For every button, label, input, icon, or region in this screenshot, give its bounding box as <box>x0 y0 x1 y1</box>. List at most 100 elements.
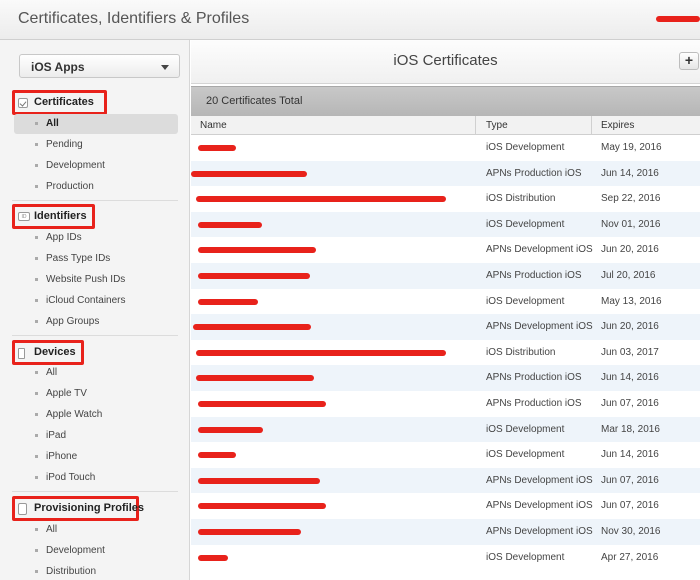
sidebar-item-apple-tv[interactable]: Apple TV <box>14 384 178 404</box>
certificate-expires: Nov 30, 2016 <box>601 525 661 537</box>
table-row[interactable]: iOS Distribution Jun 03, 2017 <box>191 340 700 366</box>
bullet-icon <box>35 236 38 239</box>
table-row[interactable]: APNs Production iOS Jun 14, 2016 <box>191 160 700 187</box>
redacted-certificate-name <box>198 221 262 228</box>
sidebar-item-ipad[interactable]: iPad <box>14 426 178 446</box>
certificate-type: iOS Distribution <box>486 193 556 205</box>
bullet-icon <box>35 320 38 323</box>
sidebar-item-label: Pending <box>46 139 83 150</box>
redacted-certificate-name <box>198 247 316 254</box>
sidebar-item-icloud-containers[interactable]: iCloud Containers <box>14 291 178 311</box>
sidebar-item-app-groups[interactable]: App Groups <box>14 312 178 332</box>
sidebar-item-label: App IDs <box>46 232 82 243</box>
sidebar-section-identifiers[interactable]: ID Identifiers <box>12 204 95 229</box>
total-count: 20 Certificates Total <box>206 95 303 107</box>
sidebar-item-profiles-all[interactable]: All <box>14 520 178 540</box>
column-header-type[interactable]: Type <box>486 120 508 131</box>
column-divider <box>475 116 476 135</box>
certificate-type: APNs Production iOS <box>486 269 582 281</box>
table-row[interactable]: iOS Development May 19, 2016 <box>191 135 700 161</box>
certificate-type: APNs Production iOS <box>486 167 582 179</box>
table-row[interactable]: APNs Development iOS Jun 07, 2016 <box>191 493 700 519</box>
sidebar-item-pending[interactable]: Pending <box>14 135 178 155</box>
platform-select[interactable]: iOS Apps <box>19 54 180 78</box>
sidebar-item-iphone[interactable]: iPhone <box>14 447 178 467</box>
table-row[interactable]: iOS Development Jun 14, 2016 <box>191 442 700 468</box>
bullet-icon <box>35 143 38 146</box>
bullet-icon <box>35 476 38 479</box>
bullet-icon <box>35 570 38 573</box>
sidebar-item-apple-watch[interactable]: Apple Watch <box>14 405 178 425</box>
certificate-expires: Jun 14, 2016 <box>601 167 659 179</box>
redacted-certificate-name <box>198 452 236 459</box>
bullet-icon <box>35 549 38 552</box>
sidebar-item-label: iCloud Containers <box>46 295 126 306</box>
sidebar-item-label: Distribution <box>46 566 97 577</box>
certificate-type: iOS Development <box>486 423 565 435</box>
column-header-name[interactable]: Name <box>200 120 227 131</box>
certificate-type: APNs Production iOS <box>486 372 582 384</box>
bullet-icon <box>35 164 38 167</box>
certificate-expires: Jun 07, 2016 <box>601 474 659 486</box>
table-row[interactable]: iOS Development Nov 01, 2016 <box>191 211 700 238</box>
redacted-certificate-name <box>198 477 320 484</box>
bullet-icon <box>35 455 38 458</box>
total-bar: 20 Certificates Total <box>191 86 700 116</box>
sidebar-item-label: All <box>46 367 58 378</box>
certificate-type: iOS Development <box>486 551 565 563</box>
table-row[interactable]: APNs Production iOS Jun 14, 2016 <box>191 365 700 391</box>
add-certificate-button[interactable]: + <box>679 52 699 70</box>
certificate-type: iOS Development <box>486 218 565 230</box>
table-row[interactable]: iOS Development Apr 27, 2016 <box>191 545 700 571</box>
profile-icon <box>18 503 27 515</box>
chevron-down-icon <box>161 65 169 70</box>
sidebar-item-ipod-touch[interactable]: iPod Touch <box>14 468 178 488</box>
sidebar-item-devices-all[interactable]: All <box>14 363 178 383</box>
platform-select-value: iOS Apps <box>31 60 85 74</box>
table-row[interactable]: iOS Distribution Sep 22, 2016 <box>191 186 700 212</box>
redacted-certificate-name <box>193 324 311 331</box>
certificate-expires: Apr 27, 2016 <box>601 551 659 563</box>
sidebar-item-label: iPod Touch <box>46 472 96 483</box>
id-icon: ID <box>18 212 30 221</box>
sidebar-item-app-ids[interactable]: App IDs <box>14 228 178 248</box>
sidebar-item-website-push-ids[interactable]: Website Push IDs <box>14 270 178 290</box>
sidebar-section-certificates[interactable]: Certificates <box>12 90 107 115</box>
divider <box>12 200 178 201</box>
table-row[interactable]: APNs Development iOS Jun 20, 2016 <box>191 237 700 263</box>
table-row[interactable]: APNs Production iOS Jun 07, 2016 <box>191 391 700 417</box>
bullet-icon <box>35 299 38 302</box>
sidebar-item-profiles-distribution[interactable]: Distribution <box>14 562 178 580</box>
redacted-account-name <box>656 16 700 22</box>
bullet-icon <box>35 434 38 437</box>
sidebar-item-development[interactable]: Development <box>14 156 178 176</box>
sidebar-section-devices[interactable]: Devices <box>12 340 84 365</box>
table-row[interactable]: iOS Development May 13, 2016 <box>191 289 700 315</box>
table-row[interactable]: iOS Development Mar 18, 2016 <box>191 416 700 443</box>
table-row[interactable]: APNs Production iOS Jul 20, 2016 <box>191 262 700 289</box>
section-title: iOS Certificates <box>393 52 498 69</box>
sidebar: iOS Apps Certificates All Pending Develo… <box>0 40 190 580</box>
column-header-expires[interactable]: Expires <box>601 120 634 131</box>
sidebar-item-production[interactable]: Production <box>14 177 178 197</box>
main-header: iOS Certificates + <box>191 40 700 84</box>
table-row[interactable]: APNs Development iOS Nov 30, 2016 <box>191 518 700 545</box>
redacted-certificate-name <box>198 298 258 305</box>
sidebar-item-certificates-all[interactable]: All <box>14 114 178 134</box>
sidebar-item-label: Production <box>46 181 94 192</box>
sidebar-item-pass-type-ids[interactable]: Pass Type IDs <box>14 249 178 269</box>
divider <box>12 491 178 492</box>
sidebar-item-label: All <box>46 524 58 535</box>
table-row[interactable]: APNs Development iOS Jun 20, 2016 <box>191 314 700 340</box>
sidebar-section-provisioning-profiles[interactable]: Provisioning Profiles <box>12 496 144 521</box>
table-row[interactable]: APNs Development iOS Jun 07, 2016 <box>191 467 700 494</box>
redacted-certificate-name <box>196 349 446 356</box>
certificate-type: iOS Development <box>486 142 565 153</box>
certificate-expires: Nov 01, 2016 <box>601 218 661 230</box>
certificates-table: iOS Development May 19, 2016 APNs Producti… <box>191 135 700 570</box>
sidebar-item-profiles-development[interactable]: Development <box>14 541 178 561</box>
bullet-icon <box>35 392 38 395</box>
redacted-certificate-name <box>196 375 314 382</box>
certificate-type: iOS Distribution <box>486 346 556 358</box>
sidebar-item-label: Apple Watch <box>46 409 103 420</box>
